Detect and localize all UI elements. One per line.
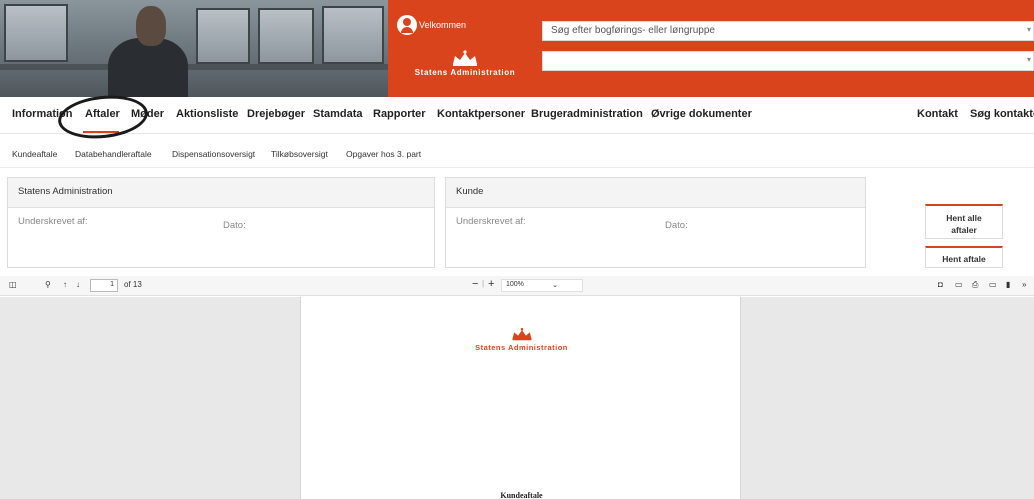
subtab-kundeaftale[interactable]: Kundeaftale xyxy=(12,149,57,159)
nav-ovrige-dokumenter[interactable]: Øvrige dokumenter xyxy=(651,108,752,120)
page-total: of 13 xyxy=(124,280,142,289)
nav-rapporter[interactable]: Rapporter xyxy=(373,108,426,120)
zoom-in-icon[interactable]: + xyxy=(488,278,494,290)
nav-sog-kontakter[interactable]: Søg kontakter xyxy=(970,108,1034,120)
fetch-agreement-button[interactable]: Hent aftale xyxy=(925,246,1003,268)
chevron-down-icon: ⌄ xyxy=(552,282,558,289)
search-icon[interactable]: ⚲ xyxy=(45,280,51,289)
date-label: Dato: xyxy=(665,220,688,231)
welcome-text: Velkommen xyxy=(419,20,467,30)
zoom-out-icon[interactable]: − xyxy=(472,278,478,290)
toolbar-divider: | xyxy=(482,279,485,288)
crown-icon xyxy=(453,50,477,66)
search-group-select[interactable]: Søg efter bogførings- eller løngruppe ▾ xyxy=(542,21,1034,41)
pdf-toolbar: ◫ ⚲ ↑ ↓ 1 of 13 − | + 100% ⌄ ◘ ▭ ⎙ ▭ ▮ » xyxy=(0,276,1034,296)
welcome-link[interactable]: Velkommen xyxy=(397,15,466,35)
date-label: Dato: xyxy=(223,220,246,231)
search-secondary-select[interactable]: ▾ xyxy=(542,51,1034,71)
nav-drejeboger[interactable]: Drejebøger xyxy=(247,108,305,120)
pdf-logo-text: Statens Administration xyxy=(475,343,568,352)
panel-title: Statens Administration xyxy=(8,178,434,208)
brand-logo[interactable]: Statens Administration xyxy=(399,50,531,77)
panel-statens-administration: Statens Administration Underskrevet af: … xyxy=(7,177,435,268)
bookmark-icon[interactable]: ▮ xyxy=(1006,280,1010,289)
search-group-placeholder: Søg efter bogførings- eller løngruppe xyxy=(551,25,715,36)
save-icon[interactable]: ▭ xyxy=(989,280,997,289)
signed-by-label: Underskrevet af: xyxy=(456,216,526,227)
sidebar-toggle-icon[interactable]: ◫ xyxy=(9,280,17,289)
chevron-down-icon: ▾ xyxy=(1026,55,1031,64)
arrow-up-icon[interactable]: ↑ xyxy=(63,280,67,289)
nav-aktionsliste[interactable]: Aktionsliste xyxy=(176,108,238,120)
tools-icon[interactable]: » xyxy=(1022,280,1026,289)
nav-brugeradministration[interactable]: Brugeradministration xyxy=(531,108,643,120)
open-file-icon[interactable]: ▭ xyxy=(955,280,963,289)
subtab-dispensationsoversigt[interactable]: Dispensationsoversigt xyxy=(172,149,255,159)
presentation-icon[interactable]: ◘ xyxy=(938,280,943,289)
page-number-input[interactable]: 1 xyxy=(90,279,118,292)
zoom-select[interactable]: 100% ⌄ xyxy=(501,279,583,292)
header: Velkommen Statens Administration Søg eft… xyxy=(0,0,1034,97)
fetch-all-agreements-button[interactable]: Hent alle aftaler xyxy=(925,204,1003,239)
signed-by-label: Underskrevet af: xyxy=(18,216,88,227)
panel-title: Kunde xyxy=(446,178,865,208)
arrow-down-icon[interactable]: ↓ xyxy=(76,280,80,289)
main-nav: Information Aftaler Møder Aktionsliste D… xyxy=(0,98,1034,134)
pdf-document-title: Kundeaftale xyxy=(500,491,543,499)
nav-kontaktpersoner[interactable]: Kontaktpersoner xyxy=(437,108,525,120)
crown-icon xyxy=(512,328,531,341)
subtab-tilkobsoversigt[interactable]: Tilkøbsoversigt xyxy=(271,149,328,159)
app-window: Velkommen Statens Administration Søg eft… xyxy=(0,0,1034,499)
user-icon xyxy=(397,15,417,35)
panel-kunde: Kunde Underskrevet af: Dato: xyxy=(445,177,866,268)
pdf-viewer: Statens Administration Kundeaftale xyxy=(0,297,1034,499)
pdf-logo: Statens Administration xyxy=(301,327,742,352)
brand-name: Statens Administration xyxy=(414,68,516,77)
print-icon[interactable]: ⎙ xyxy=(972,280,978,290)
subtab-databehandleraftale[interactable]: Databehandleraftale xyxy=(75,149,152,159)
nav-stamdata[interactable]: Stamdata xyxy=(313,108,363,120)
zoom-value: 100% xyxy=(506,281,524,288)
nav-kontakt[interactable]: Kontakt xyxy=(917,108,958,120)
subtab-opgaver-3-part[interactable]: Opgaver hos 3. part xyxy=(346,149,421,159)
chevron-down-icon: ▾ xyxy=(1026,25,1031,34)
pdf-page: Statens Administration Kundeaftale xyxy=(300,297,741,499)
hero-image xyxy=(0,0,388,97)
sub-nav: Kundeaftale Databehandleraftale Dispensa… xyxy=(0,136,1034,168)
